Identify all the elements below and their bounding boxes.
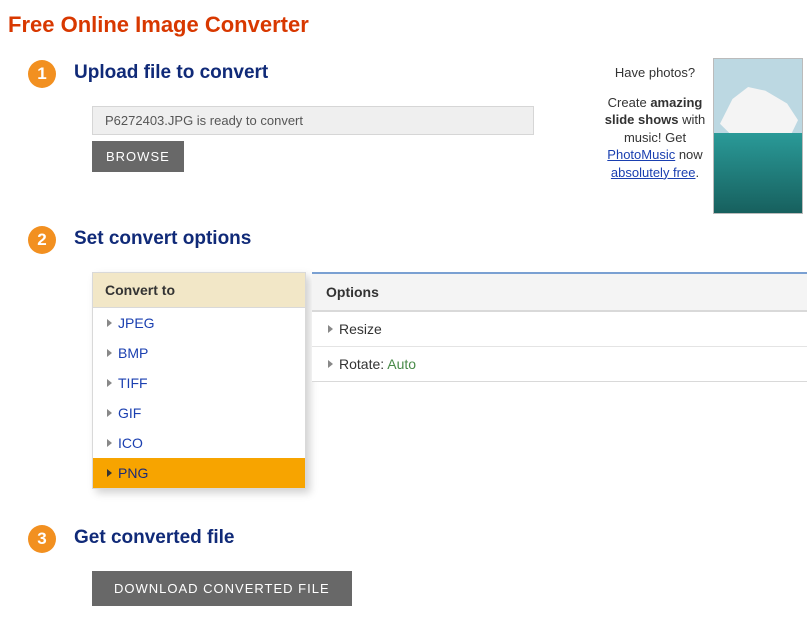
- promo-text: Have photos? Create amazing slide shows …: [597, 58, 713, 214]
- caret-icon: [107, 439, 112, 447]
- caret-icon: [107, 319, 112, 327]
- promo-body: Create amazing slide shows with music! G…: [597, 94, 713, 182]
- caret-icon: [328, 360, 333, 368]
- step-badge-1: 1: [28, 60, 56, 88]
- options-panel: Options Resize Rotate: Auto: [312, 272, 807, 382]
- step-3-body: DOWNLOAD CONVERTED FILE: [92, 571, 799, 606]
- promo-text-span: .: [695, 165, 699, 180]
- step-3-heading: Get converted file: [74, 525, 235, 549]
- format-jpeg[interactable]: JPEG: [93, 308, 305, 338]
- options-header: Options: [312, 274, 807, 310]
- format-label: BMP: [118, 345, 148, 361]
- promo-link-photomusic[interactable]: PhotoMusic: [607, 147, 675, 162]
- caret-icon: [107, 349, 112, 357]
- step-2-heading: Set convert options: [74, 226, 251, 250]
- promo-text-span: Create: [608, 95, 651, 110]
- convert-panel: Convert to JPEG BMP TIFF GIF ICO PNG Opt…: [92, 272, 807, 489]
- promo-image: [713, 58, 803, 214]
- option-label: Rotate:: [339, 356, 384, 372]
- format-gif[interactable]: GIF: [93, 398, 305, 428]
- browse-button[interactable]: BROWSE: [92, 141, 184, 172]
- format-bmp[interactable]: BMP: [93, 338, 305, 368]
- download-button[interactable]: DOWNLOAD CONVERTED FILE: [92, 571, 352, 606]
- option-rotate-value: Auto: [387, 356, 416, 372]
- caret-icon: [328, 325, 333, 333]
- promo-link-free[interactable]: absolutely free: [611, 165, 696, 180]
- step-badge-2: 2: [28, 226, 56, 254]
- option-resize[interactable]: Resize: [312, 312, 807, 347]
- option-rotate[interactable]: Rotate: Auto: [312, 347, 807, 381]
- format-tiff[interactable]: TIFF: [93, 368, 305, 398]
- step-3: 3 Get converted file: [28, 525, 799, 553]
- upload-status: P6272403.JPG is ready to convert: [92, 106, 534, 135]
- boat-shape: [720, 87, 798, 133]
- format-label: ICO: [118, 435, 143, 451]
- page-title: Free Online Image Converter: [8, 12, 799, 38]
- convert-to-panel: Convert to JPEG BMP TIFF GIF ICO PNG: [92, 272, 306, 489]
- step-1-heading: Upload file to convert: [74, 60, 268, 84]
- format-png[interactable]: PNG: [93, 458, 305, 488]
- format-label: PNG: [118, 465, 148, 481]
- format-label: JPEG: [118, 315, 155, 331]
- caret-icon: [107, 469, 112, 477]
- promo-sidebar: Have photos? Create amazing slide shows …: [597, 58, 807, 214]
- convert-to-header: Convert to: [93, 273, 305, 308]
- step-2: 2 Set convert options: [28, 226, 799, 254]
- format-list: JPEG BMP TIFF GIF ICO PNG: [93, 308, 305, 488]
- promo-line1: Have photos?: [597, 64, 713, 82]
- step-badge-3: 3: [28, 525, 56, 553]
- format-ico[interactable]: ICO: [93, 428, 305, 458]
- promo-text-span: now: [675, 147, 702, 162]
- option-label: Resize: [339, 321, 382, 337]
- format-label: GIF: [118, 405, 141, 421]
- format-label: TIFF: [118, 375, 148, 391]
- caret-icon: [107, 379, 112, 387]
- caret-icon: [107, 409, 112, 417]
